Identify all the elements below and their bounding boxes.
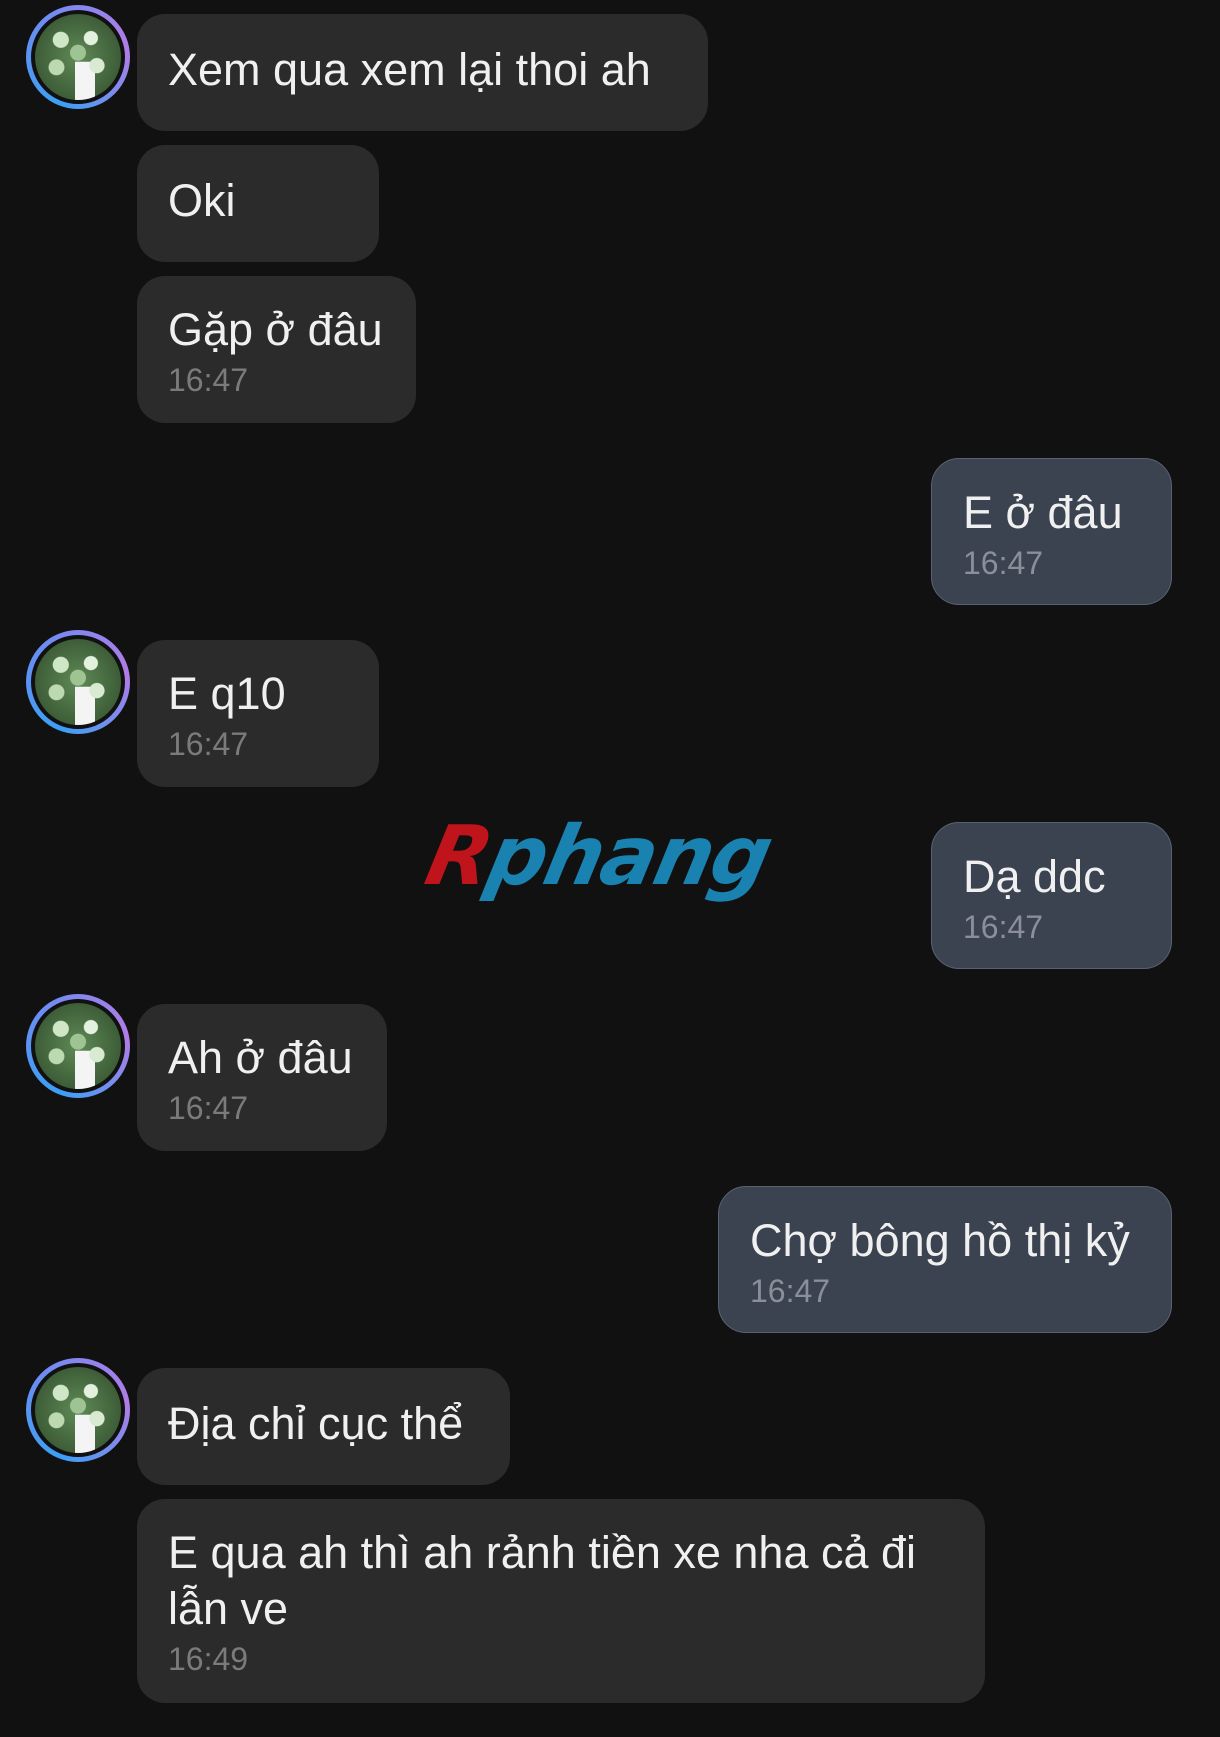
message-timestamp: 16:47 <box>168 362 249 398</box>
avatar-image <box>31 1363 125 1457</box>
watermark-logo: Rphang <box>418 809 779 904</box>
message-bubble-incoming[interactable]: Ah ở đâu 16:47 <box>137 1004 387 1151</box>
message-timestamp: 16:47 <box>963 909 1044 945</box>
message-text: Dạ ddc <box>963 851 1106 902</box>
message-text: Chợ bông hồ thị kỷ <box>750 1215 1130 1266</box>
message-bubble-outgoing[interactable]: Chợ bông hồ thị kỷ 16:47 <box>718 1186 1172 1333</box>
message-text: Ah ở đâu <box>168 1032 353 1083</box>
message-text: E qua ah thì ah rảnh tiền xe nha cả đi l… <box>168 1527 917 1634</box>
message-bubble-incoming[interactable]: Xem qua xem lại thoi ah <box>137 14 708 131</box>
message-bubble-incoming[interactable]: E qua ah thì ah rảnh tiền xe nha cả đi l… <box>137 1499 985 1703</box>
message-bubble-incoming[interactable]: E q10 16:47 <box>137 640 379 787</box>
message-text: Xem qua xem lại thoi ah <box>168 44 651 95</box>
message-timestamp: 16:47 <box>750 1273 831 1309</box>
message-text: Oki <box>168 175 236 226</box>
message-bubble-incoming[interactable]: Oki <box>137 145 379 262</box>
message-bubble-outgoing[interactable]: Dạ ddc 16:47 <box>931 822 1172 969</box>
contact-avatar[interactable] <box>26 1358 130 1462</box>
contact-avatar[interactable] <box>26 5 130 109</box>
message-bubble-outgoing[interactable]: E ở đâu 16:47 <box>931 458 1172 605</box>
message-text: Địa chỉ cục thể <box>168 1398 464 1449</box>
contact-avatar[interactable] <box>26 630 130 734</box>
message-timestamp: 16:47 <box>168 1090 249 1126</box>
message-timestamp: 16:47 <box>168 726 249 762</box>
message-text: Gặp ở đâu <box>168 304 383 355</box>
avatar-image <box>31 10 125 104</box>
avatar-image <box>31 635 125 729</box>
contact-avatar[interactable] <box>26 994 130 1098</box>
message-timestamp: 16:49 <box>168 1641 249 1677</box>
message-text: E q10 <box>168 668 286 719</box>
message-bubble-incoming[interactable]: Địa chỉ cục thể <box>137 1368 510 1485</box>
message-timestamp: 16:47 <box>963 545 1044 581</box>
avatar-image <box>31 999 125 1093</box>
message-bubble-incoming[interactable]: Gặp ở đâu 16:47 <box>137 276 416 423</box>
chat-thread[interactable]: Xem qua xem lại thoi ah Oki Gặp ở đâu 16… <box>0 0 1220 1737</box>
message-text: E ở đâu <box>963 487 1123 538</box>
